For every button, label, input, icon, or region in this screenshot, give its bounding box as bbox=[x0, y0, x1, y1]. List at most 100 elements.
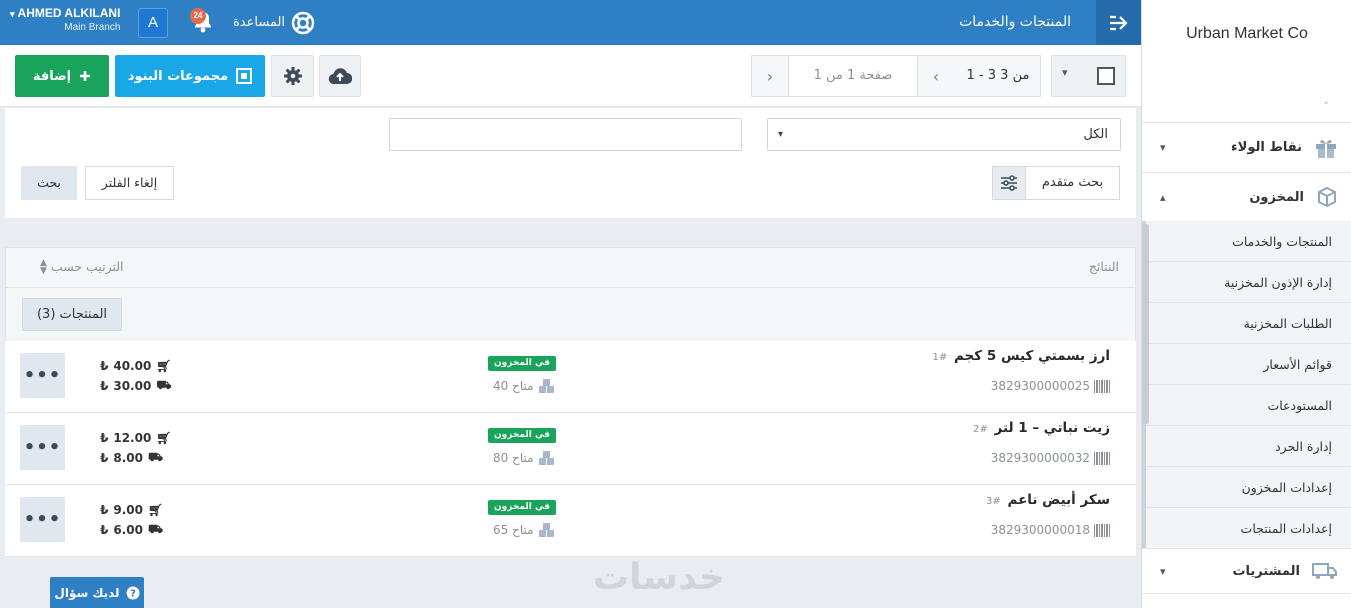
barcode-icon bbox=[1094, 379, 1110, 393]
buy-price: ₺ 8.00 ⛟ bbox=[100, 450, 163, 466]
chevron-left-icon[interactable]: ‹ bbox=[918, 56, 954, 96]
results-header: النتائج ▲ ▼ الترتيب حسب bbox=[6, 248, 1135, 288]
sidebar-item-stocktaking[interactable]: إدارة الجرد bbox=[1146, 426, 1351, 467]
buy-price: ₺ 6.00 ⛟ bbox=[100, 522, 163, 538]
advanced-search-button[interactable]: بحث متقدم bbox=[992, 166, 1120, 200]
filter-select[interactable]: الكل ▾ bbox=[767, 118, 1121, 151]
item-groups-button[interactable]: مجموعات البنود bbox=[115, 55, 265, 97]
more-actions-button[interactable]: ••• bbox=[20, 425, 65, 470]
sidebar-scrollbar[interactable] bbox=[1143, 224, 1149, 424]
available-quantity: 80 متاح bbox=[493, 450, 556, 466]
product-row[interactable]: زيت نباتي – 1 لتر #2 3829300000032 في ال… bbox=[5, 413, 1136, 485]
sidebar: Urban Market Co ⌄ ▾ نقاط الولاء ▴ المخزو… bbox=[1141, 0, 1351, 608]
sell-price-value: 12.00 bbox=[113, 431, 152, 445]
search-input[interactable] bbox=[389, 118, 742, 151]
collapse-menu-button[interactable] bbox=[1096, 0, 1141, 45]
item-groups-label: مجموعات البنود bbox=[127, 68, 229, 84]
sidebar-item-products[interactable]: المنتجات والخدمات bbox=[1146, 221, 1351, 262]
arrow-right-icon bbox=[1109, 15, 1128, 30]
group-bar: المنتجات (3) bbox=[6, 288, 1135, 342]
lifebuoy-icon bbox=[291, 11, 315, 34]
chevron-down-icon[interactable]: ▾ bbox=[1062, 66, 1068, 79]
caret-down-icon: ▾ bbox=[10, 9, 15, 19]
brand-name: Urban Market Co bbox=[1186, 25, 1308, 42]
help-link[interactable]: المساعدة bbox=[233, 0, 315, 45]
ask-question-label: لديك سؤال bbox=[54, 585, 120, 600]
sort-icon: ▲ ▼ bbox=[40, 258, 47, 276]
sidebar-item-stock-permits[interactable]: إدارة الإذون المخزنية bbox=[1146, 262, 1351, 303]
box-icon bbox=[1318, 186, 1336, 208]
product-title[interactable]: سكر أبيض ناعم #3 bbox=[986, 492, 1110, 508]
product-name: ارز بسمتي كيس 5 كجم bbox=[953, 348, 1110, 364]
import-button[interactable] bbox=[319, 55, 361, 97]
select-all-checkbox[interactable] bbox=[1097, 67, 1115, 85]
cart-icon: 🛒︎ bbox=[156, 431, 172, 445]
search-button[interactable]: بحث bbox=[21, 166, 77, 200]
sidebar-item-label: المخزون bbox=[1249, 189, 1304, 205]
avatar[interactable]: A bbox=[138, 8, 168, 38]
stock-status-badge: في المخزون bbox=[488, 428, 556, 443]
plus-icon bbox=[80, 71, 91, 81]
product-sku: 3829300000025 bbox=[991, 379, 1110, 393]
select-all-control[interactable]: ▾ bbox=[1051, 55, 1126, 97]
sliders-icon bbox=[993, 167, 1026, 199]
sidebar-item-product-settings[interactable]: إعدادات المنتجات bbox=[1146, 508, 1351, 549]
stock-status-badge: في المخزون bbox=[488, 356, 556, 371]
product-row[interactable]: سكر أبيض ناعم #3 3829300000018 في المخزو… bbox=[5, 485, 1136, 557]
product-sku: 3829300000032 bbox=[991, 451, 1110, 465]
sell-price: ₺ 12.00 🛒︎ bbox=[100, 431, 172, 445]
svg-text:?: ? bbox=[130, 588, 136, 599]
products-group-button[interactable]: المنتجات (3) bbox=[22, 298, 122, 331]
product-row[interactable]: ارز بسمتي كيس 5 كجم #1 3829300000025 في … bbox=[5, 341, 1136, 413]
clear-filter-button[interactable]: إلغاء الفلتر bbox=[85, 166, 174, 200]
buy-price: ₺ 30.00 ⛟ bbox=[100, 378, 171, 394]
sidebar-item-price-lists[interactable]: قوائم الأسعار bbox=[1146, 344, 1351, 385]
sidebar-item-warehouses[interactable]: المستودعات bbox=[1146, 385, 1351, 426]
chevron-right-icon[interactable]: › bbox=[752, 56, 788, 96]
branch-name: Main Branch bbox=[64, 22, 121, 33]
ask-question-button[interactable]: لديك سؤال ? bbox=[50, 577, 144, 608]
filter-select-value: الكل bbox=[1083, 127, 1108, 142]
settings-button[interactable] bbox=[271, 55, 314, 97]
product-title[interactable]: زيت نباتي – 1 لتر #2 bbox=[973, 420, 1110, 436]
currency-icon: ₺ bbox=[100, 431, 109, 445]
product-number: #3 bbox=[986, 496, 1001, 507]
user-menu[interactable]: ▾ AHMED ALKILANI Main Branch bbox=[10, 6, 120, 35]
cart-icon: 🛒︎ bbox=[156, 359, 172, 373]
barcode-icon bbox=[1094, 451, 1110, 465]
sidebar-item-inventory[interactable]: ▴ المخزون bbox=[1142, 172, 1351, 222]
help-label: المساعدة bbox=[233, 15, 286, 30]
question-icon: ? bbox=[126, 586, 140, 599]
add-button[interactable]: إضافة bbox=[15, 55, 109, 97]
currency-icon: ₺ bbox=[100, 359, 109, 373]
stock-status-badge: في المخزون bbox=[488, 500, 556, 515]
product-name: زيت نباتي – 1 لتر bbox=[994, 420, 1110, 436]
sidebar-item-stock-requests[interactable]: الطلبات المخزنية bbox=[1146, 303, 1351, 344]
sort-button[interactable]: ▲ ▼ الترتيب حسب bbox=[40, 248, 124, 286]
sort-label: الترتيب حسب bbox=[50, 259, 124, 274]
advanced-search-label: بحث متقدم bbox=[1041, 175, 1104, 190]
barcode-icon bbox=[1094, 523, 1110, 537]
currency-icon: ₺ bbox=[100, 503, 109, 517]
cart-icon: 🛒︎ bbox=[147, 503, 164, 517]
chevron-down-icon: ⌄ bbox=[1322, 96, 1331, 107]
product-sku: 3829300000018 bbox=[991, 523, 1110, 537]
page-indicator: صفحة 1 من 1 bbox=[788, 56, 918, 96]
add-label: إضافة bbox=[32, 68, 72, 84]
truck-icon: ⛟ bbox=[147, 450, 164, 464]
available-value: 65 متاح bbox=[493, 523, 534, 537]
product-title[interactable]: ارز بسمتي كيس 5 كجم #1 bbox=[933, 348, 1111, 364]
sidebar-item-purchases[interactable]: ▾ المشتريات bbox=[1142, 548, 1351, 594]
chevron-down-icon: ▾ bbox=[1160, 564, 1166, 578]
sidebar-item-label: المشتريات bbox=[1232, 563, 1300, 579]
sidebar-item-inventory-settings[interactable]: إعدادات المخزون bbox=[1146, 467, 1351, 508]
group-icon bbox=[236, 68, 253, 84]
page-title: المنتجات والخدمات bbox=[959, 14, 1071, 30]
sidebar-item-loyalty[interactable]: ▾ نقاط الولاء bbox=[1142, 122, 1351, 172]
more-actions-button[interactable]: ••• bbox=[20, 497, 65, 542]
more-actions-button[interactable]: ••• bbox=[20, 353, 65, 398]
available-quantity: 40 متاح bbox=[493, 378, 556, 394]
cloud-upload-icon bbox=[328, 68, 352, 85]
chevron-down-icon: ▾ bbox=[778, 129, 784, 140]
cubes-icon bbox=[538, 451, 554, 465]
